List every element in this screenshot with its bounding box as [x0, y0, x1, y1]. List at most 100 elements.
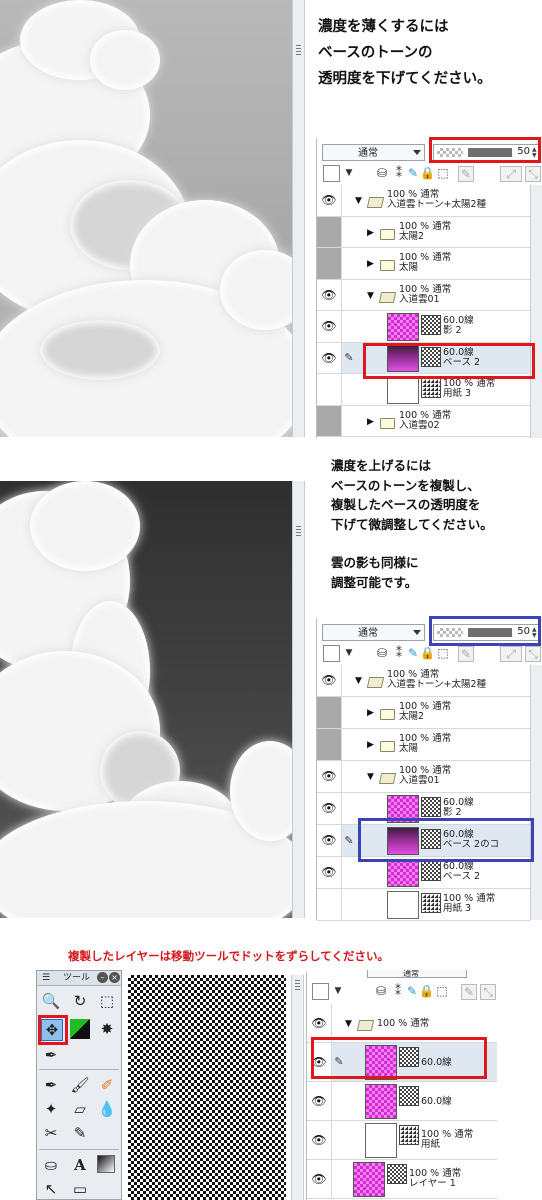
layer-row[interactable]: 👁 ▼ 100 % 通常 入道雲01: [317, 761, 530, 793]
lock-transparent-icon[interactable]: ⁑: [391, 984, 405, 998]
layer-row[interactable]: 👁 100 % 通常 レイヤー 1: [307, 1160, 497, 1199]
visibility-eye-icon[interactable]: 👁: [317, 279, 342, 310]
layer-clip-icon[interactable]: ⛁: [375, 166, 389, 180]
lock-transparent-icon[interactable]: ⁑: [392, 166, 406, 180]
tool-palette-header: ☰ ツール – ×: [37, 971, 121, 986]
visibility-eye-icon[interactable]: 👁: [317, 825, 342, 856]
layer-row[interactable]: ▶ 100 % 通常 太陽2: [317, 216, 530, 248]
collapse-arrow-icon[interactable]: ▼: [355, 196, 362, 206]
blend-tool-icon[interactable]: 💧: [97, 1099, 117, 1119]
pen-marker-icon[interactable]: ✎: [406, 166, 420, 180]
close-icon[interactable]: ×: [109, 972, 120, 983]
expand-arrow-icon[interactable]: ▶: [367, 740, 374, 750]
auto-select-tool-icon[interactable]: [70, 1019, 90, 1039]
dropdown-icon[interactable]: ▼: [342, 646, 356, 660]
canvas-scrollbar[interactable]: [292, 0, 305, 437]
layer-clip-icon[interactable]: ⛁: [374, 984, 388, 998]
palette-menu-icon[interactable]: ☰: [42, 971, 50, 985]
color-swatch[interactable]: [323, 165, 340, 182]
layer-row[interactable]: ▶ 100 % 通常 太陽: [317, 729, 530, 761]
layer-row[interactable]: 👁 100 % 通常 用紙: [307, 1121, 497, 1160]
visibility-eye-icon[interactable]: [317, 248, 342, 279]
lock-transparent-icon[interactable]: ⁑: [392, 646, 406, 660]
dropdown-icon[interactable]: ▼: [342, 166, 356, 180]
tool-palette: ☰ ツール – × 🔍 ↻ ⬚ ✥ ✸ ✒ ✒ 🖌 ✐ ✦ ▱ 💧 ✂ ✎ ⛀ …: [36, 970, 122, 1200]
minimize-icon[interactable]: –: [97, 972, 108, 983]
visibility-eye-icon[interactable]: 👁: [317, 185, 342, 216]
correction-tool-icon[interactable]: ✎: [70, 1123, 90, 1143]
layer-scrollbar[interactable]: [530, 665, 542, 920]
airbrush-tool-icon[interactable]: ✐: [97, 1075, 117, 1095]
object-tool-icon[interactable]: ⬚: [97, 991, 117, 1011]
blend-mode-select[interactable]: 通常: [322, 624, 425, 641]
collapse-arrow-icon[interactable]: ▼: [367, 291, 374, 301]
zoom-tool-icon[interactable]: 🔍: [41, 991, 61, 1011]
visibility-eye-icon[interactable]: 👁: [317, 857, 342, 888]
expand-arrow-icon[interactable]: ▶: [367, 708, 374, 718]
dropdown-icon[interactable]: ▼: [331, 984, 345, 998]
operation-tool-icon[interactable]: ↖: [41, 1179, 61, 1199]
expand-arrow-icon[interactable]: ▶: [367, 228, 374, 238]
paint-bucket-icon[interactable]: ⛀: [41, 1155, 61, 1175]
blend-mode-select[interactable]: 通常: [322, 144, 425, 161]
collapse-arrow-icon[interactable]: ▼: [345, 1019, 352, 1029]
layer-row[interactable]: 👁 ▼ 100 % 通常 入道雲01: [317, 279, 530, 311]
layer-row[interactable]: 👁 ▼ 100 % 通常 入道雲トーン+太陽2種: [317, 185, 530, 217]
text-tool-icon[interactable]: A: [70, 1155, 90, 1175]
visibility-eye-icon[interactable]: 👁: [317, 793, 342, 824]
visibility-eye-icon[interactable]: 👁: [317, 311, 342, 342]
brush-tool-icon[interactable]: 🖌: [70, 1075, 90, 1095]
visibility-eye-icon[interactable]: 👁: [317, 342, 342, 373]
reference-icon[interactable]: ⬚: [436, 166, 450, 180]
expand-arrow-icon[interactable]: ▶: [367, 259, 374, 269]
collapse-arrow-icon[interactable]: ▼: [367, 772, 374, 782]
visibility-eye-icon[interactable]: [317, 697, 342, 728]
layer-scrollbar[interactable]: [530, 185, 542, 438]
layer-row[interactable]: 👁 60.0線影 2: [317, 311, 530, 343]
visibility-eye-icon[interactable]: [317, 405, 342, 436]
layer-clip-icon[interactable]: ⛁: [375, 646, 389, 660]
visibility-eye-icon[interactable]: 👁: [307, 1121, 332, 1159]
layer-row[interactable]: ▶ 100 % 通常 太陽2: [317, 697, 530, 729]
layer-row[interactable]: ▶ 100 % 通常 太陽: [317, 248, 530, 280]
visibility-eye-icon[interactable]: [317, 374, 342, 405]
lock-icon[interactable]: 🔒: [419, 984, 434, 998]
color-swatch[interactable]: [312, 983, 329, 1000]
magic-wand-icon[interactable]: ✸: [97, 1019, 117, 1039]
visibility-eye-icon[interactable]: 👁: [317, 761, 342, 792]
reference-icon[interactable]: ⬚: [436, 646, 450, 660]
lock-icon[interactable]: 🔒: [420, 166, 435, 180]
blend-mode-select[interactable]: 通常: [367, 970, 467, 978]
ruler-tool-icon[interactable]: ▭: [70, 1179, 90, 1199]
rotate-tool-icon[interactable]: ↻: [70, 991, 90, 1011]
visibility-eye-icon[interactable]: [317, 216, 342, 247]
expand-arrow-icon[interactable]: ▶: [367, 417, 374, 427]
pen-tool-icon[interactable]: ✒: [41, 1075, 61, 1095]
visibility-eye-icon[interactable]: 👁: [307, 1160, 332, 1198]
reference-icon[interactable]: ⬚: [435, 984, 449, 998]
canvas-scrollbar[interactable]: [292, 481, 305, 918]
lock-icon[interactable]: 🔒: [420, 646, 435, 660]
layer-row[interactable]: ▶ 100 % 通常 入道雲02: [317, 405, 530, 437]
visibility-eye-icon[interactable]: [317, 889, 342, 920]
visibility-eye-icon[interactable]: 👁: [317, 665, 342, 696]
pen-marker-icon[interactable]: ✎: [406, 646, 420, 660]
eyedropper-icon[interactable]: ✒: [41, 1045, 61, 1065]
layer-row[interactable]: 100 % 通常 用紙 3: [317, 889, 530, 921]
layer-row[interactable]: 👁 60.0線: [307, 1082, 497, 1121]
decoration-tool-icon[interactable]: ✦: [41, 1099, 61, 1119]
canvas-scrollbar[interactable]: [291, 975, 304, 1200]
visibility-eye-icon[interactable]: 👁: [307, 1082, 332, 1120]
active-pen-icon: ✎: [344, 834, 354, 847]
folder-icon: [380, 228, 395, 240]
eraser-tool-icon[interactable]: ▱: [70, 1099, 90, 1119]
visibility-eye-icon[interactable]: [317, 729, 342, 760]
color-swatch[interactable]: [323, 645, 340, 662]
pen-marker-icon[interactable]: ✎: [405, 984, 419, 998]
gradient-tool-icon[interactable]: [97, 1155, 115, 1173]
fill-tool-icon[interactable]: ✂: [41, 1123, 61, 1143]
collapse-arrow-icon[interactable]: ▼: [355, 676, 362, 686]
layer-name-label: 入道雲トーン+太陽2種: [387, 679, 487, 690]
layer-row[interactable]: 👁 ▼ 100 % 通常 入道雲トーン+太陽2種: [317, 665, 530, 697]
disabled-tool-icon: ✎: [461, 984, 477, 1000]
